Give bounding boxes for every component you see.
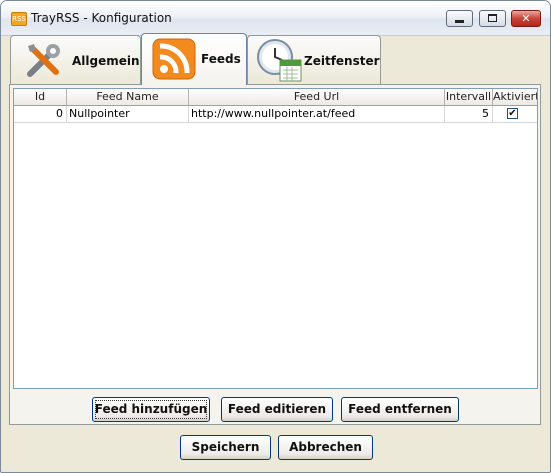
close-button[interactable]: ✕	[511, 10, 541, 27]
cell-aktiviert: ✔	[493, 106, 537, 122]
tab-label-zeitfenster: Zeitfenster	[304, 54, 380, 68]
cell-intervall[interactable]: 5	[445, 106, 493, 122]
window-title: TrayRSS - Konfiguration	[31, 11, 172, 25]
aktiviert-checkbox[interactable]: ✔	[507, 108, 518, 119]
remove-feed-button[interactable]: Feed entfernen	[341, 397, 459, 422]
column-header-id[interactable]: Id	[14, 89, 67, 105]
column-header-feed-name[interactable]: Feed Name	[67, 89, 189, 105]
maximize-button[interactable]	[479, 10, 506, 27]
clock-calendar-icon	[257, 39, 302, 82]
cell-feed-name[interactable]: Nullpointer	[67, 106, 189, 122]
config-window: RSS TrayRSS - Konfiguration ✕ Allgemein …	[0, 0, 551, 473]
tab-bar: Allgemein Feeds Zeitfenster	[10, 33, 390, 85]
column-header-intervall[interactable]: Intervall	[445, 89, 493, 105]
cell-feed-url[interactable]: http://www.nullpointer.at/feed	[189, 106, 445, 122]
tab-zeitfenster[interactable]: Zeitfenster	[247, 35, 381, 84]
feeds-table[interactable]: Id Feed Name Feed Url Intervall Aktivier…	[13, 88, 538, 389]
tools-icon	[27, 44, 60, 77]
minimize-button[interactable]	[446, 10, 473, 27]
close-icon: ✕	[521, 12, 531, 25]
tab-feeds[interactable]: Feeds	[141, 33, 247, 85]
table-header: Id Feed Name Feed Url Intervall Aktivier…	[14, 89, 537, 106]
title-bar[interactable]: RSS TrayRSS - Konfiguration ✕	[1, 1, 550, 36]
rss-icon	[152, 38, 196, 80]
app-rss-icon: RSS	[11, 12, 27, 26]
column-header-feed-url[interactable]: Feed Url	[189, 89, 445, 105]
column-header-aktiviert[interactable]: Aktiviert	[493, 89, 537, 105]
edit-feed-button[interactable]: Feed editieren	[221, 397, 333, 422]
maximize-icon	[488, 14, 497, 22]
minimize-icon	[455, 20, 464, 23]
tab-label-feeds: Feeds	[201, 52, 241, 66]
table-row[interactable]: 0 Nullpointer http://www.nullpointer.at/…	[14, 106, 537, 123]
save-button[interactable]: Speichern	[180, 435, 271, 460]
cell-id[interactable]: 0	[14, 106, 67, 122]
add-feed-button[interactable]: Feed hinzufügen	[92, 397, 210, 422]
cancel-button[interactable]: Abbrechen	[278, 435, 373, 460]
feeds-panel: Id Feed Name Feed Url Intervall Aktivier…	[9, 84, 541, 425]
tab-allgemein[interactable]: Allgemein	[10, 35, 141, 84]
tab-label-allgemein: Allgemein	[72, 54, 140, 68]
